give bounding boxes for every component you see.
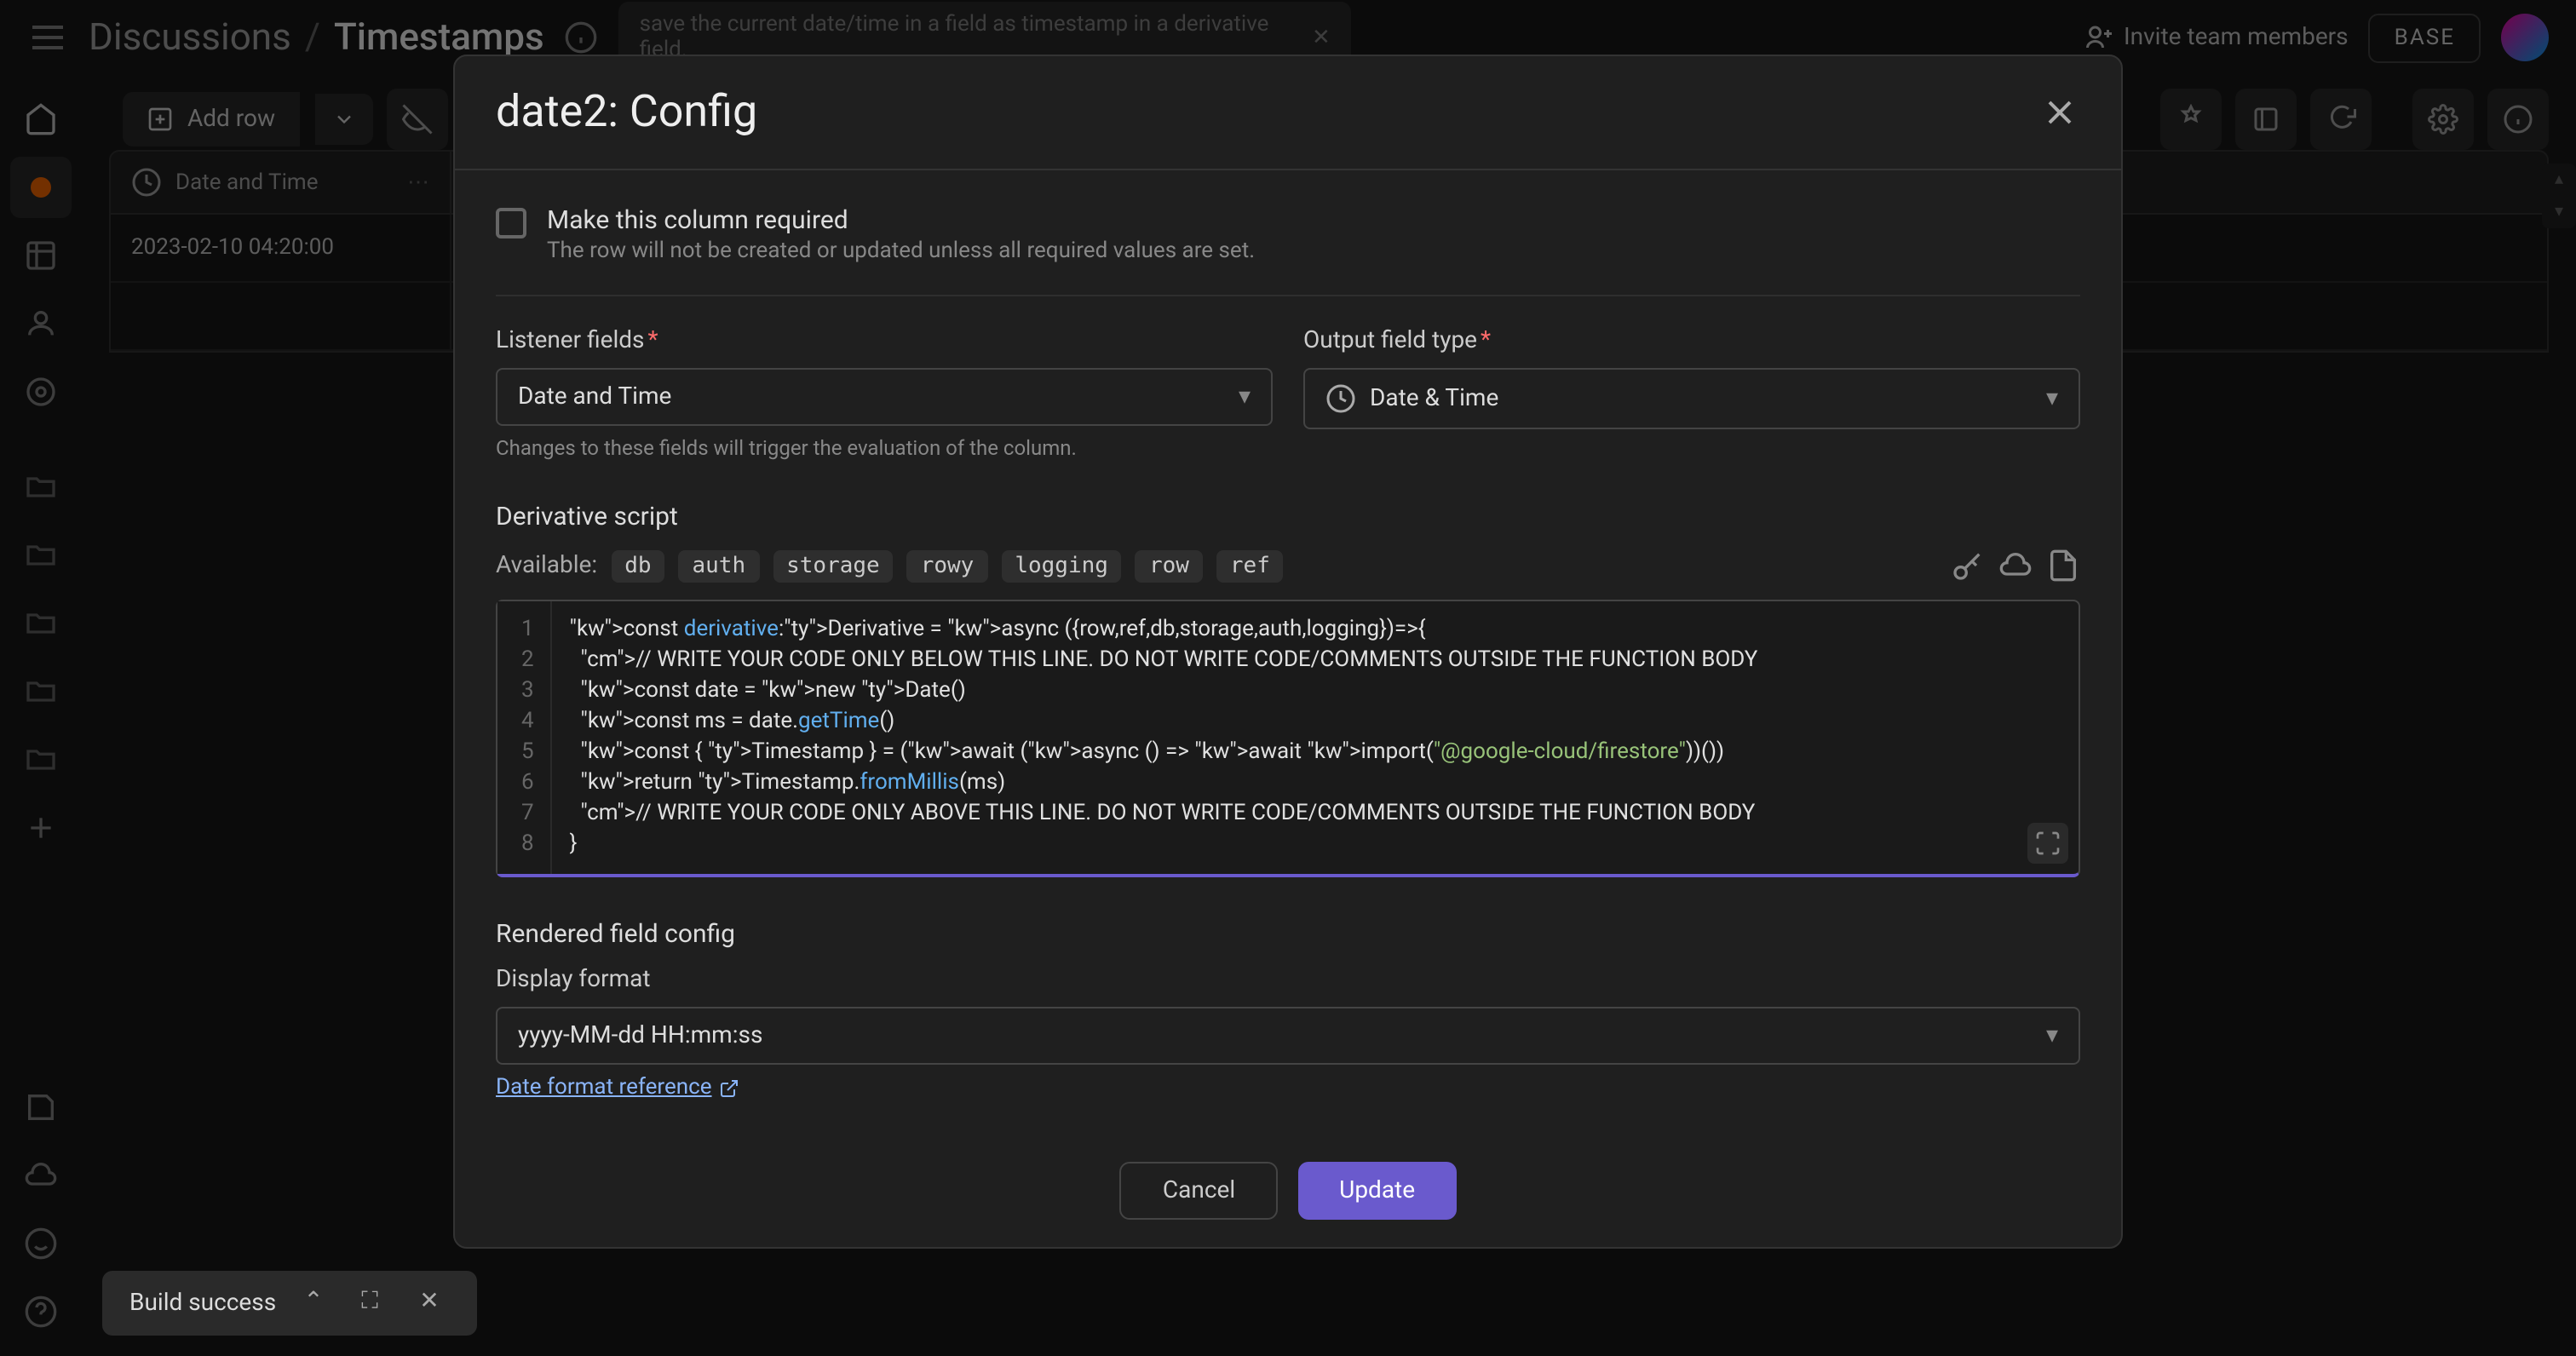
code-content[interactable]: "kw">const derivative:"ty">Derivative = … xyxy=(553,601,2079,874)
avail-chip[interactable]: db xyxy=(611,549,664,582)
output-value: Date & Time xyxy=(1370,385,1498,412)
script-section-title: Derivative script xyxy=(496,501,2080,531)
build-toast: Build success ⌃ ⛶ ✕ xyxy=(102,1271,477,1336)
modal-backdrop[interactable]: date2: Config Make this column required … xyxy=(0,0,2576,1356)
output-select[interactable]: Date & Time ▾ xyxy=(1303,368,2080,429)
required-title: Make this column required xyxy=(547,204,1255,235)
expand-up-icon[interactable]: ⌃ xyxy=(303,1288,334,1319)
display-format-label: Display format xyxy=(496,966,2080,993)
avail-chip[interactable]: auth xyxy=(679,549,760,582)
chevron-down-icon: ▾ xyxy=(2046,385,2058,412)
display-format-value: yyyy-MM-dd HH:mm:ss xyxy=(518,1022,762,1049)
avail-chip[interactable]: logging xyxy=(1001,549,1122,582)
format-reference-link[interactable]: Date format reference xyxy=(496,1075,739,1100)
display-format-select[interactable]: yyyy-MM-dd HH:mm:ss ▾ xyxy=(496,1007,2080,1065)
fullscreen-icon[interactable]: ⛶ xyxy=(361,1288,392,1319)
update-button[interactable]: Update xyxy=(1298,1162,1456,1220)
required-checkbox[interactable] xyxy=(496,208,526,238)
rendered-section-title: Rendered field config xyxy=(496,918,2080,949)
listener-label: Listener fields* xyxy=(496,327,1273,354)
listener-select[interactable]: Date and Time ▾ xyxy=(496,368,1273,426)
cancel-button[interactable]: Cancel xyxy=(1120,1162,1278,1220)
listener-value: Date and Time xyxy=(518,383,671,411)
listener-hint: Changes to these fields will trigger the… xyxy=(496,436,1273,460)
avail-chip[interactable]: rowy xyxy=(907,549,988,582)
key-icon[interactable] xyxy=(1951,549,1985,583)
chevron-down-icon: ▾ xyxy=(1239,383,1251,411)
avail-chip[interactable]: storage xyxy=(773,549,894,582)
modal-title: date2: Config xyxy=(496,87,757,138)
document-icon[interactable] xyxy=(2046,549,2080,583)
toast-message: Build success xyxy=(129,1290,276,1317)
line-gutter: 12345678 xyxy=(497,601,553,874)
close-icon[interactable]: ✕ xyxy=(419,1288,450,1319)
avail-chip[interactable]: row xyxy=(1136,549,1203,582)
chevron-down-icon: ▾ xyxy=(2046,1022,2058,1049)
close-icon[interactable] xyxy=(2039,92,2080,133)
fullscreen-icon[interactable] xyxy=(2027,823,2068,864)
config-modal: date2: Config Make this column required … xyxy=(453,55,2123,1249)
required-subtitle: The row will not be created or updated u… xyxy=(547,238,1255,264)
output-label: Output field type* xyxy=(1303,327,2080,354)
cloud-icon[interactable] xyxy=(1998,549,2033,583)
avail-chip[interactable]: ref xyxy=(1216,549,1284,582)
code-editor[interactable]: 12345678 "kw">const derivative:"ty">Deri… xyxy=(496,600,2080,877)
available-label: Available: xyxy=(496,552,597,579)
